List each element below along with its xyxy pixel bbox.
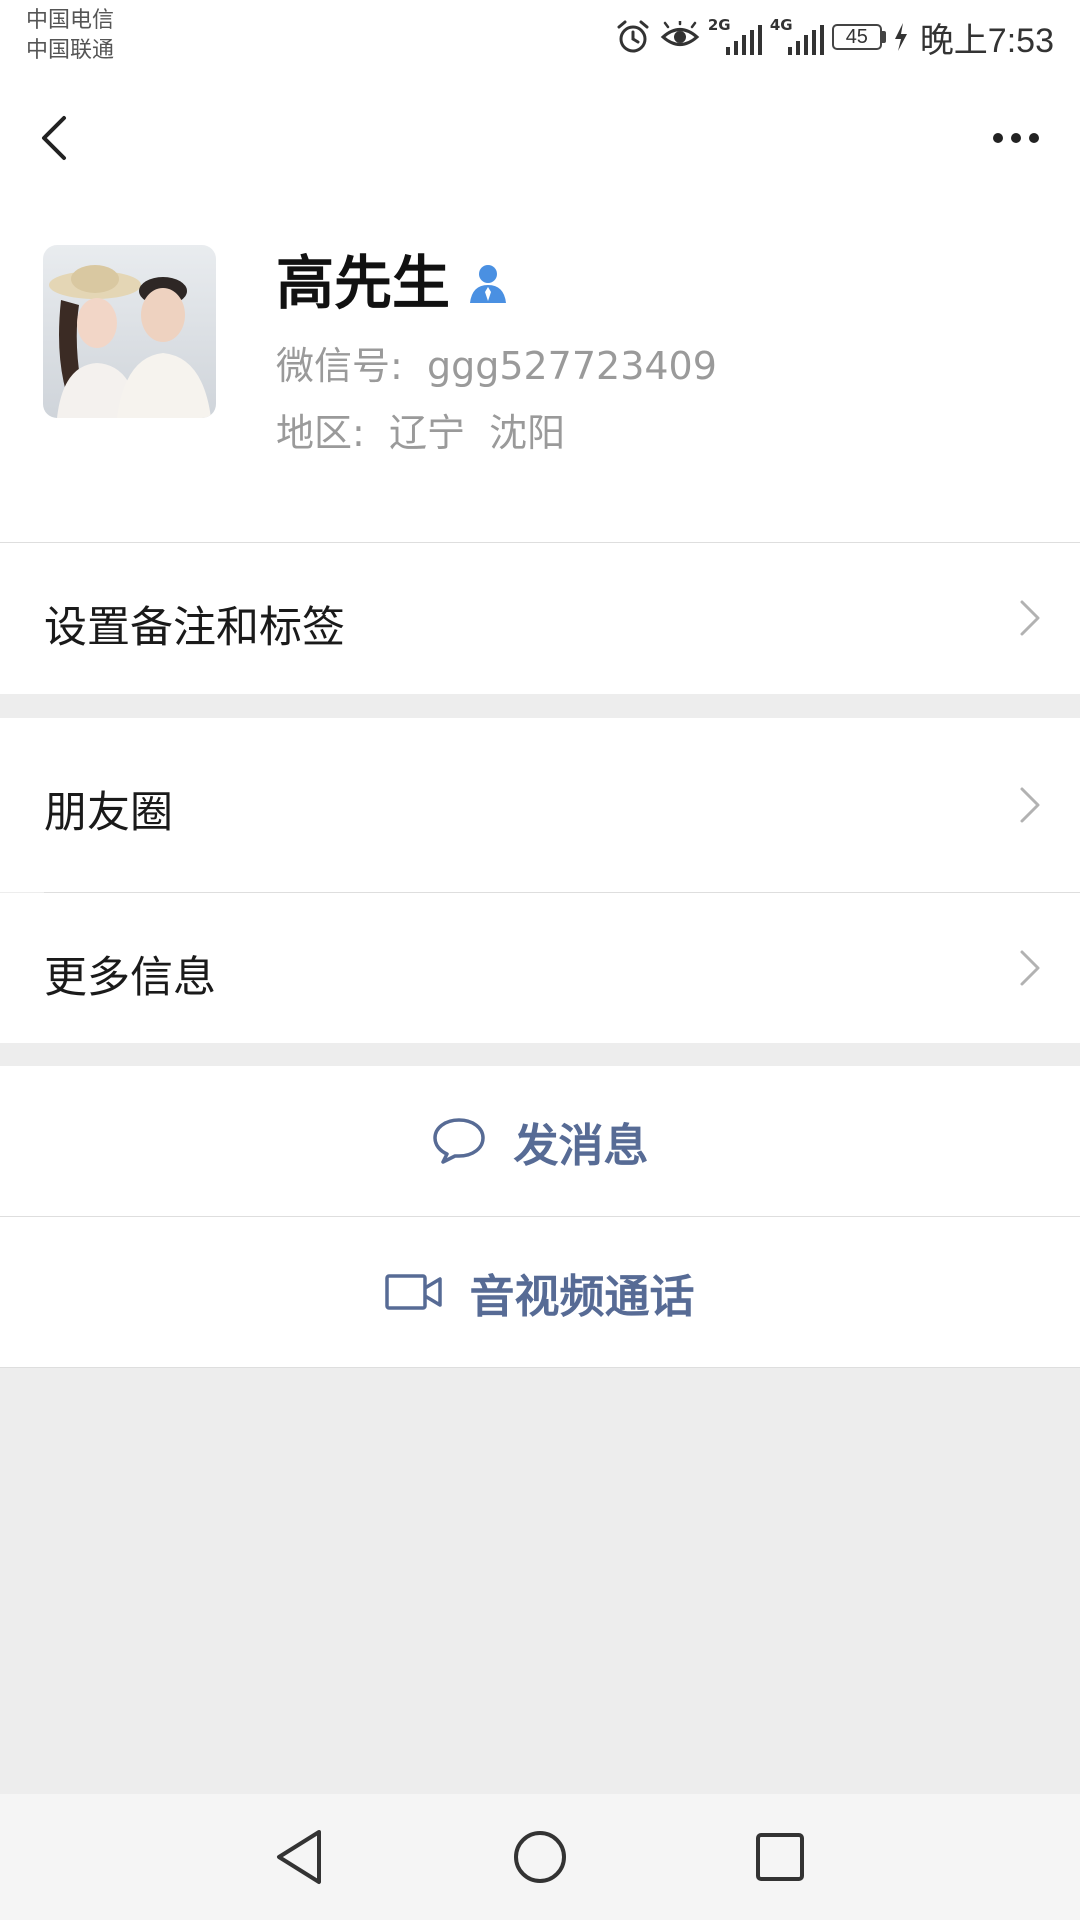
moments-label: 朋友圈 <box>44 788 173 838</box>
signal-icon <box>787 25 824 55</box>
more-info-row[interactable]: 更多信息 <box>0 893 1080 1043</box>
remark-label: 设置备注和标签 <box>44 603 345 653</box>
nav-bar <box>0 78 1080 198</box>
circle-home-icon <box>514 1831 566 1883</box>
system-nav-bar <box>0 1794 1080 1920</box>
battery-level: 45 <box>831 24 882 50</box>
moments-row[interactable]: 朋友圈 <box>0 718 1080 892</box>
more-dots-icon <box>993 133 1039 143</box>
chevron-right-icon <box>1020 600 1040 636</box>
status-bar: 中国电信 中国联通 2G 4G 45 晚上7:53 <box>0 0 1080 78</box>
battery-tip <box>881 31 886 43</box>
name-row: 高先生 <box>276 248 510 318</box>
system-back-button[interactable] <box>267 1824 333 1890</box>
alarm-icon <box>617 20 649 53</box>
more-button[interactable] <box>974 108 1054 168</box>
profile-header: 高先生 微信号: ggg527723409 地区: 辽宁 沈阳 <box>0 198 1080 542</box>
person-icon <box>470 265 507 303</box>
video-camera-icon <box>385 1274 443 1310</box>
battery-icon: 45 <box>831 24 886 50</box>
avatar[interactable] <box>43 245 216 418</box>
chevron-right-icon <box>1020 950 1040 986</box>
status-time: 晚上7:53 <box>919 21 1054 60</box>
divider <box>0 1367 1080 1368</box>
chevron-right-icon <box>1020 787 1040 823</box>
send-message-label: 发消息 <box>513 1118 649 1172</box>
signal-icon <box>725 25 762 55</box>
video-call-label: 音视频通话 <box>469 1269 695 1323</box>
status-icons: 2G 4G 45 晚上7:53 <box>614 12 1054 62</box>
contact-name: 高先生 <box>276 249 451 317</box>
wechat-id: 微信号: ggg527723409 <box>276 344 717 388</box>
send-message-button[interactable]: 发消息 <box>0 1066 1080 1216</box>
signal-4g-indicator: 4G <box>770 15 824 59</box>
chat-bubble-icon <box>433 1118 486 1164</box>
remark-and-tags-row[interactable]: 设置备注和标签 <box>0 543 1080 694</box>
region: 地区: 辽宁 沈阳 <box>276 411 566 455</box>
back-arrow-icon <box>42 116 66 160</box>
triangle-back-icon <box>277 1830 321 1884</box>
avatar-photo <box>43 245 216 418</box>
signal-2g-indicator: 2G <box>708 15 762 59</box>
eye-icon <box>660 21 700 46</box>
square-recents-icon <box>756 1833 804 1881</box>
back-button[interactable] <box>30 108 90 168</box>
carrier-2: 中国联通 <box>26 38 115 63</box>
video-call-button[interactable]: 音视频通话 <box>0 1217 1080 1367</box>
system-home-button[interactable] <box>507 1824 573 1890</box>
charging-icon <box>894 23 907 51</box>
carrier-1: 中国电信 <box>26 8 115 33</box>
more-info-label: 更多信息 <box>44 953 216 1003</box>
system-recents-button[interactable] <box>747 1824 813 1890</box>
contact-profile-screen: 中国电信 中国联通 2G 4G 45 晚上7:53 高先生 微信号: ggg52… <box>0 0 1080 1920</box>
carrier-info: 中国电信 中国联通 <box>26 6 114 66</box>
